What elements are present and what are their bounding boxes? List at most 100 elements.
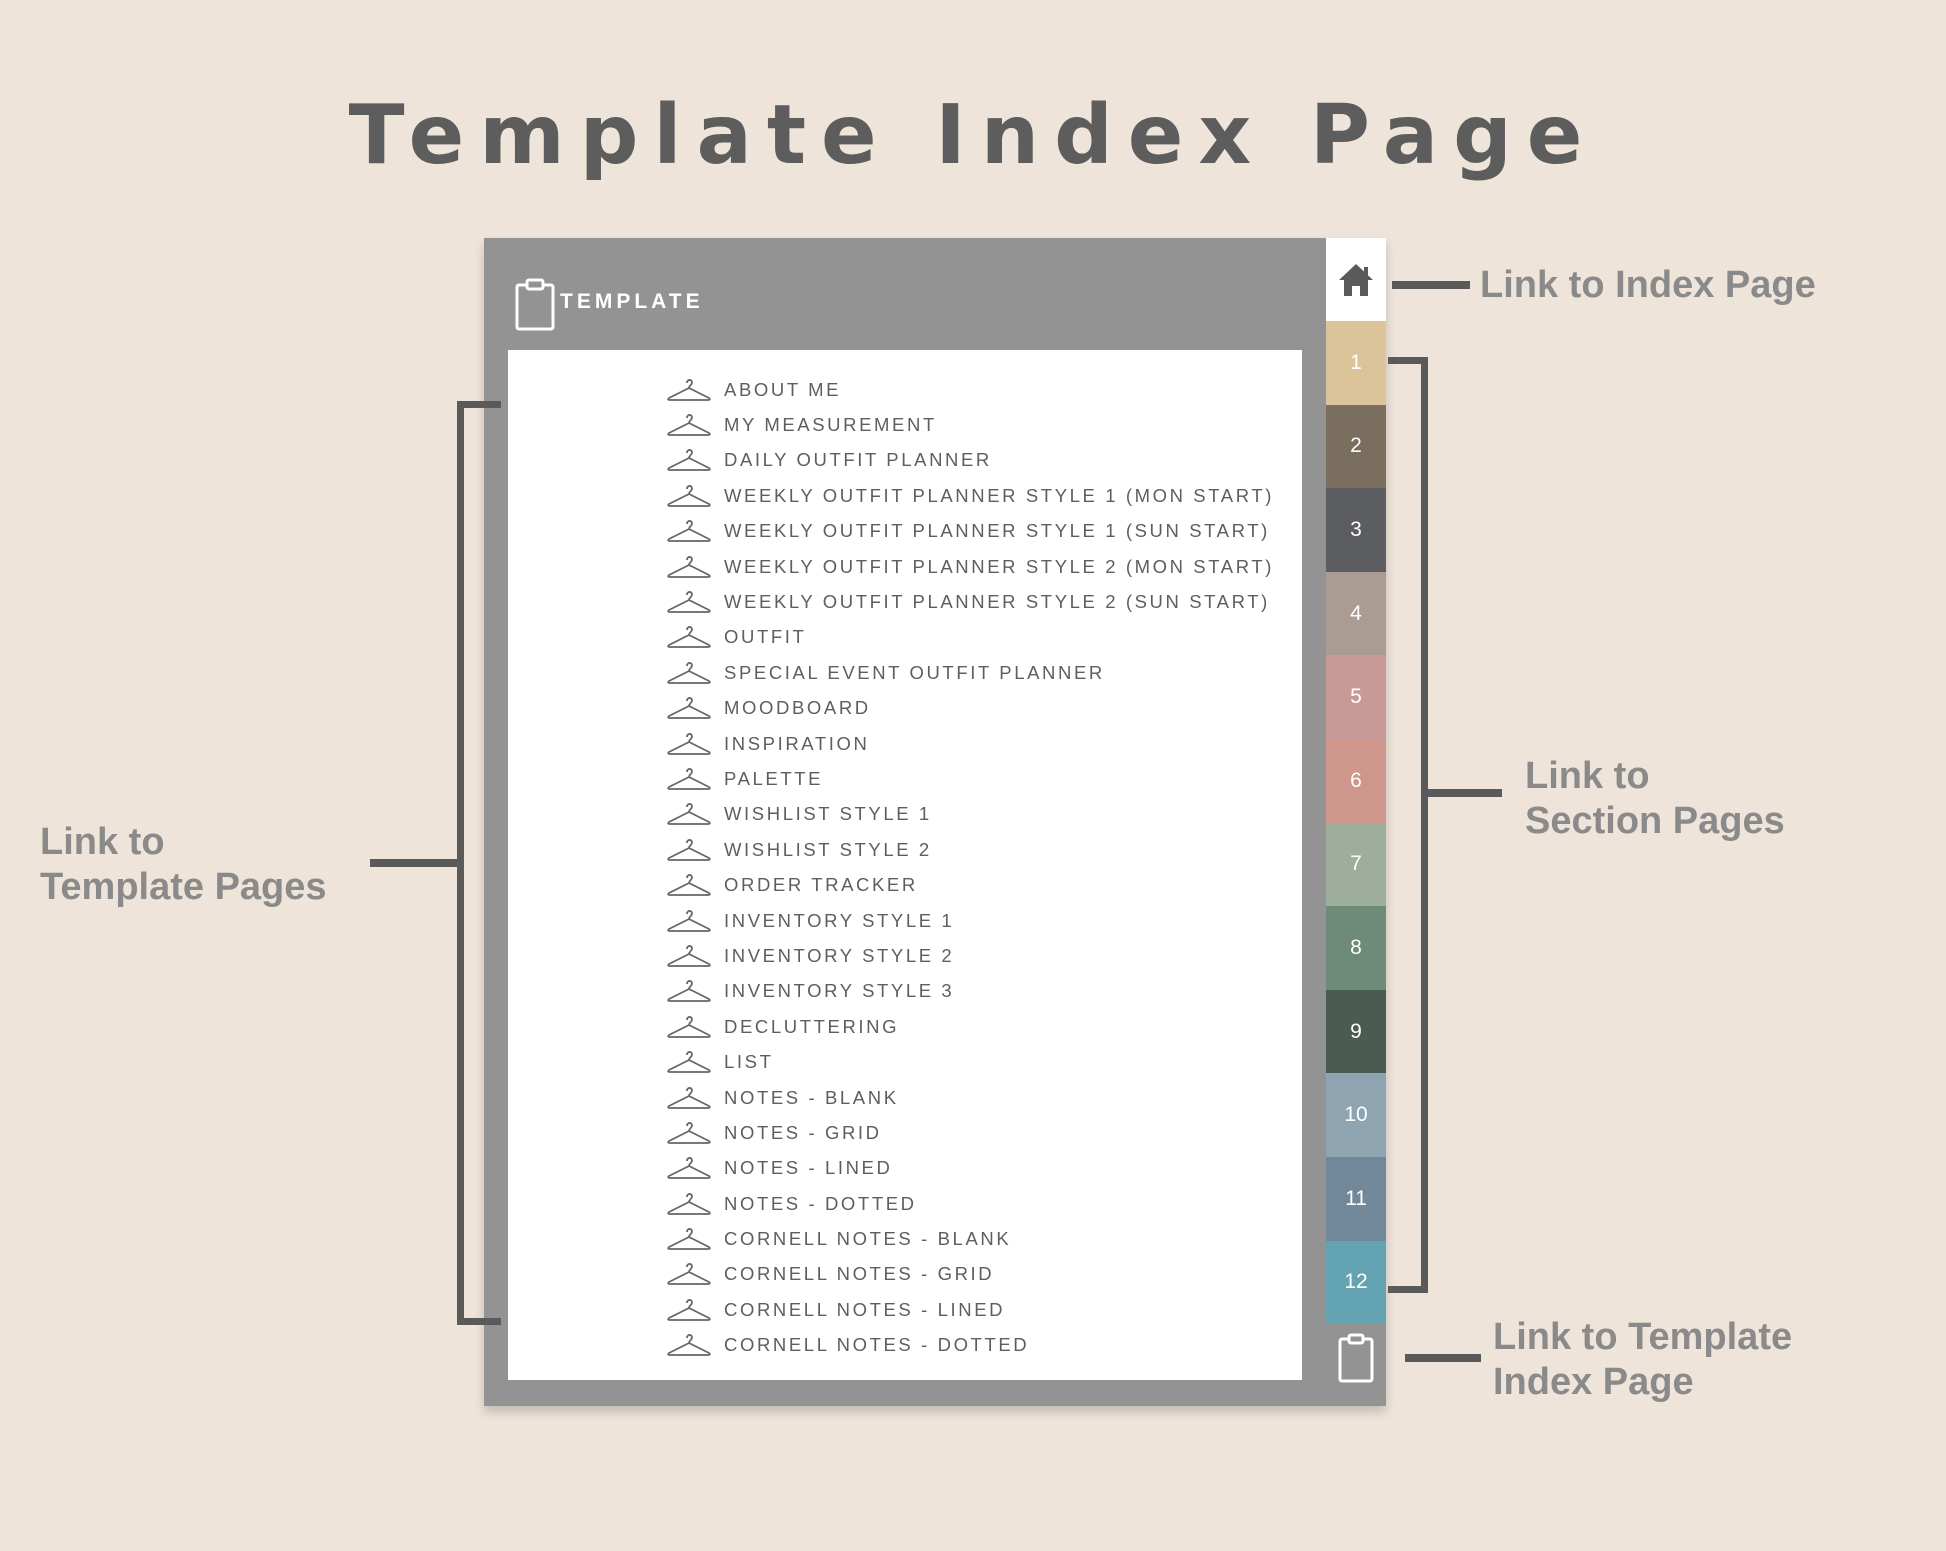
template-item-label: CORNELL NOTES - GRID [724, 1263, 995, 1285]
template-list-item[interactable]: WEEKLY OUTFIT PLANNER STYLE 2 (MON START… [666, 549, 1274, 584]
template-item-label: ORDER TRACKER [724, 874, 918, 896]
index-page-annotation: Link to Index Page [1480, 264, 1816, 306]
section-bracket-bottom [1388, 1286, 1428, 1293]
template-connector-line [370, 859, 458, 867]
template-index-annotation-line2: Index Page [1493, 1361, 1694, 1403]
hanger-icon [666, 1191, 712, 1217]
hanger-icon [666, 837, 712, 863]
template-list-item[interactable]: ORDER TRACKER [666, 867, 1274, 902]
hanger-icon [666, 447, 712, 473]
hanger-icon [666, 908, 712, 934]
section-bracket-spine [1421, 357, 1428, 1293]
template-index-tab[interactable] [1326, 1326, 1386, 1390]
section-tab-5[interactable]: 5 [1326, 655, 1386, 739]
template-list-item[interactable]: INVENTORY STYLE 3 [666, 974, 1274, 1009]
home-tab[interactable] [1326, 238, 1386, 321]
template-list-item[interactable]: WEEKLY OUTFIT PLANNER STYLE 2 (SUN START… [666, 584, 1274, 619]
template-list-item[interactable]: CORNELL NOTES - LINED [666, 1292, 1274, 1327]
template-list: ABOUT ME MY MEASUREMENT DAILY OUTFIT PLANN… [666, 372, 1274, 1363]
template-list-item[interactable]: INSPIRATION [666, 726, 1274, 761]
template-list-item[interactable]: LIST [666, 1044, 1274, 1079]
template-pages-annotation: Link to Template Pages [40, 820, 327, 910]
section-tab-7[interactable]: 7 [1326, 822, 1386, 907]
template-list-item[interactable]: NOTES - GRID [666, 1115, 1274, 1150]
template-index-annotation: Link to Template Index Page [1493, 1315, 1792, 1405]
hanger-icon [666, 1332, 712, 1358]
template-list-item[interactable]: OUTFIT [666, 620, 1274, 655]
template-list-item[interactable]: PALETTE [666, 761, 1274, 796]
hanger-icon [666, 766, 712, 792]
template-item-label: NOTES - BLANK [724, 1086, 899, 1108]
hanger-icon [666, 801, 712, 827]
template-item-label: CORNELL NOTES - LINED [724, 1298, 1006, 1320]
hanger-icon [666, 731, 712, 757]
template-item-label: SPECIAL EVENT OUTFIT PLANNER [724, 661, 1105, 683]
hanger-icon [666, 660, 712, 686]
template-list-item[interactable]: NOTES - LINED [666, 1151, 1274, 1186]
template-item-label: DECLUTTERING [724, 1015, 900, 1037]
hanger-icon [666, 1049, 712, 1075]
template-list-item[interactable]: WEEKLY OUTFIT PLANNER STYLE 1 (MON START… [666, 478, 1274, 513]
template-list-item[interactable]: ABOUT ME [666, 372, 1274, 407]
template-item-label: MOODBOARD [724, 697, 871, 719]
header-label: TEMPLATE [560, 290, 704, 313]
hanger-icon [666, 1155, 712, 1181]
template-list-item[interactable]: WISHLIST STYLE 2 [666, 832, 1274, 867]
hanger-icon [666, 589, 712, 615]
hanger-icon [666, 872, 712, 898]
section-tab-10[interactable]: 10 [1326, 1073, 1386, 1157]
section-tab-12[interactable]: 12 [1326, 1240, 1386, 1325]
template-list-item[interactable]: DECLUTTERING [666, 1009, 1274, 1044]
template-item-label: OUTFIT [724, 626, 807, 648]
template-list-item[interactable]: WISHLIST STYLE 1 [666, 797, 1274, 832]
hanger-icon [666, 695, 712, 721]
section-tab-6[interactable]: 6 [1326, 738, 1386, 823]
template-item-label: WEEKLY OUTFIT PLANNER STYLE 1 (SUN START… [724, 520, 1270, 542]
hanger-icon [666, 1297, 712, 1323]
section-tab-9[interactable]: 9 [1326, 989, 1386, 1074]
clipboard-icon [515, 278, 555, 331]
template-list-item[interactable]: CORNELL NOTES - DOTTED [666, 1328, 1274, 1363]
section-tab-2[interactable]: 2 [1326, 404, 1386, 489]
hanger-icon [666, 1120, 712, 1146]
index-connector-line [1392, 281, 1470, 289]
template-list-item[interactable]: CORNELL NOTES - GRID [666, 1257, 1274, 1292]
hanger-icon [666, 518, 712, 544]
template-item-label: DAILY OUTFIT PLANNER [724, 449, 992, 471]
template-item-label: CORNELL NOTES - DOTTED [724, 1334, 1030, 1356]
template-list-item[interactable]: MOODBOARD [666, 691, 1274, 726]
template-item-label: INVENTORY STYLE 1 [724, 909, 955, 931]
template-list-item[interactable]: NOTES - DOTTED [666, 1186, 1274, 1221]
template-list-item[interactable]: NOTES - BLANK [666, 1080, 1274, 1115]
hanger-icon [666, 1261, 712, 1287]
template-item-label: INSPIRATION [724, 732, 870, 754]
section-tab-4[interactable]: 4 [1326, 571, 1386, 656]
section-annotation-line1: Link to [1525, 755, 1650, 797]
template-list-item[interactable]: CORNELL NOTES - BLANK [666, 1221, 1274, 1256]
hanger-icon [666, 1014, 712, 1040]
template-item-label: ABOUT ME [724, 378, 842, 400]
template-item-label: CORNELL NOTES - BLANK [724, 1228, 1012, 1250]
template-item-label: NOTES - GRID [724, 1121, 882, 1143]
hanger-icon [666, 554, 712, 580]
hanger-icon [666, 377, 712, 403]
template-list-item[interactable]: SPECIAL EVENT OUTFIT PLANNER [666, 655, 1274, 690]
section-tab-1[interactable]: 1 [1326, 321, 1386, 405]
section-annotation-line2: Section Pages [1525, 800, 1785, 842]
template-item-label: WEEKLY OUTFIT PLANNER STYLE 2 (MON START… [724, 555, 1274, 577]
template-list-panel: ABOUT ME MY MEASUREMENT DAILY OUTFIT PLANN… [508, 350, 1302, 1380]
section-tab-3[interactable]: 3 [1326, 488, 1386, 572]
home-icon [1339, 263, 1373, 296]
template-list-item[interactable]: DAILY OUTFIT PLANNER [666, 443, 1274, 478]
section-tab-11[interactable]: 11 [1326, 1156, 1386, 1241]
template-list-item[interactable]: INVENTORY STYLE 1 [666, 903, 1274, 938]
template-list-item[interactable]: MY MEASUREMENT [666, 407, 1274, 442]
template-item-label: WEEKLY OUTFIT PLANNER STYLE 1 (MON START… [724, 484, 1274, 506]
template-list-item[interactable]: INVENTORY STYLE 2 [666, 938, 1274, 973]
template-annotation-line2: Template Pages [40, 866, 327, 908]
hanger-icon [666, 978, 712, 1004]
hanger-icon [666, 483, 712, 509]
section-tab-8[interactable]: 8 [1326, 906, 1386, 990]
template-list-item[interactable]: WEEKLY OUTFIT PLANNER STYLE 1 (SUN START… [666, 514, 1274, 549]
hanger-icon [666, 1226, 712, 1252]
